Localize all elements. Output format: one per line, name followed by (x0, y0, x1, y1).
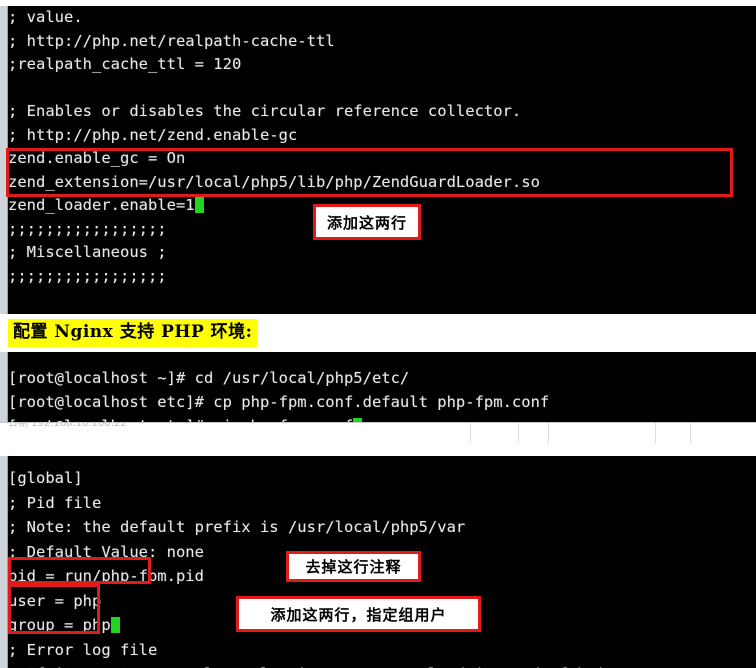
terminal-command-cp: [root@localhost etc]# cp php-fpm.conf.de… (8, 393, 550, 411)
shell-terminal-screen[interactable]: [root@localhost ~]# cd /usr/local/php5/e… (8, 352, 756, 422)
terminal-left-gutter (0, 6, 8, 314)
terminal-line-text: zend_loader.enable=1 (8, 196, 195, 214)
clipped-mid-text: SSH2 (487, 423, 514, 425)
clipped-divider (518, 423, 519, 443)
annotation-add-two-lines: 添加这两行 (313, 204, 421, 240)
terminal-line-global-section: [global] (8, 469, 83, 487)
clipped-divider (548, 423, 549, 443)
clipped-divider (690, 423, 691, 443)
terminal-command-vi: [root@localhost etc]# vi php-fpm.conf (8, 414, 756, 422)
clipped-right-text: xterm (700, 423, 730, 425)
heading-area: 配置 Nginx 支持 PHP 环境: (0, 314, 756, 354)
annotation-remove-comment: 去掉这行注释 (286, 551, 421, 582)
terminal-line: ; Error log file (8, 640, 158, 659)
clipped-left-text: 日期 192.168.10.100:22 (8, 422, 127, 429)
terminal-line: ; If it's set to "syslog", log is sent t… (8, 662, 756, 668)
terminal-line: ; Note: the default prefix is /usr/local… (8, 518, 466, 536)
terminal-line: ; Pid file (8, 493, 102, 512)
terminal-line: ; value. (8, 8, 83, 26)
terminal-line-partial (8, 352, 756, 366)
terminal-command-cd: [root@localhost ~]# cd /usr/local/php5/e… (8, 369, 410, 387)
terminal-line: zend.enable_gc = On (8, 149, 186, 167)
terminal-line: ; Enables or disables the circular refer… (8, 102, 522, 120)
text-cursor (194, 197, 204, 213)
page-heading-nginx-php: 配置 Nginx 支持 PHP 环境: (8, 319, 258, 347)
php-ini-terminal-screen[interactable]: ; value. ; http://php.net/realpath-cache… (8, 6, 756, 314)
clipped-divider (470, 423, 471, 443)
terminal-line: ; Miscellaneous ; (8, 243, 167, 261)
terminal-left-gutter (0, 456, 8, 668)
terminal-line: ;;;;;;;;;;;;;;;;; (8, 266, 167, 285)
terminal-line: ;realpath_cache_ttl = 120 (8, 55, 242, 73)
terminal-line: ; http://php.net/realpath-cache-ttl (8, 31, 335, 50)
terminal-line-text: group = php (8, 616, 111, 634)
terminal-line: ; http://php.net/zend.enable-gc (8, 125, 298, 144)
terminal-line-zend-extension: zend_extension=/usr/local/php5/lib/php/Z… (8, 172, 540, 191)
terminal-left-gutter (0, 352, 8, 422)
clipped-statusbar-strip: 日期 192.168.10.100:22 SSH2 xterm (0, 422, 756, 443)
clipped-divider (655, 423, 656, 443)
annotation-add-two-lines-group: 添加这两行，指定组用户 (236, 596, 481, 632)
shell-terminal[interactable]: [root@localhost ~]# cd /usr/local/php5/e… (0, 352, 756, 422)
text-cursor (110, 617, 120, 633)
php-ini-terminal[interactable]: ; value. ; http://php.net/realpath-cache… (0, 6, 756, 314)
